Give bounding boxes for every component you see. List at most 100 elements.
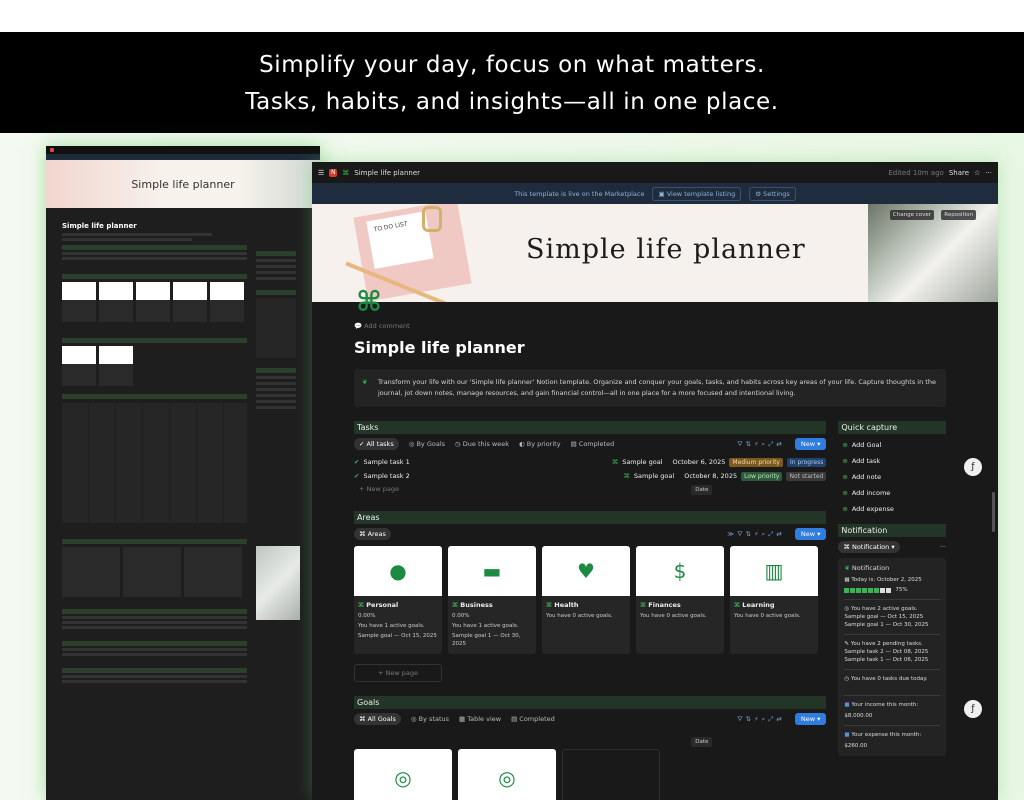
tab-label: By Goals — [416, 440, 446, 448]
tab-label: All Goals — [367, 715, 396, 723]
check-icon: ✔ — [354, 472, 360, 480]
preview-photo — [256, 546, 300, 620]
tab-label: All tasks — [366, 440, 394, 448]
preview-line — [62, 653, 247, 656]
task-icon: ✎ — [844, 641, 849, 647]
card-name: Health — [554, 601, 579, 609]
preview-line — [62, 252, 247, 255]
view-tools[interactable]: ≫⛛⇅⚡⌕⤢⇄ — [727, 530, 785, 539]
notification-title: Notification — [851, 564, 890, 572]
button-label: Add expense — [851, 505, 894, 513]
goals-header: Goals — [354, 696, 827, 709]
add-task-button[interactable]: ⊕ Add task — [838, 454, 946, 468]
scrollbar[interactable] — [992, 492, 995, 532]
table-row[interactable]: ✔ Sample task 2 ⌘ Sample goal October 8,… — [354, 469, 827, 483]
reposition-button[interactable]: Reposition — [941, 210, 976, 220]
task-name: Sample task 2 — [363, 472, 410, 480]
goals-new-button[interactable]: New ▾ — [794, 713, 827, 725]
plus-icon: ⊕ — [842, 505, 848, 513]
tab-due-this-week[interactable]: ◷ Due this week — [455, 440, 509, 448]
area-card-personal[interactable]: ● ⌘ Personal 0.00% You have 1 active goa… — [354, 546, 442, 654]
preview-line — [62, 626, 247, 629]
add-comment-button[interactable]: 💬 Add comment — [354, 322, 946, 330]
notification-tabs: ⌘ Notification ▾ ··· — [838, 541, 946, 553]
person-icon: ● — [389, 559, 407, 583]
card-line: You have 1 active goals. — [452, 623, 519, 629]
notification-header: Notification — [838, 524, 946, 537]
goal-card[interactable]: ◎ — [354, 749, 452, 800]
areas-header: Areas — [354, 511, 827, 524]
tab-goals-completed[interactable]: ▤ Completed — [511, 715, 555, 723]
notion-window: ☰ N ⌘ Simple life planner Edited 10m ago… — [312, 162, 998, 800]
settings-button[interactable]: ⚙ Settings — [749, 186, 796, 201]
ai-assistant-icon[interactable]: ƒ — [964, 700, 982, 718]
goal-icon: ⌘ — [623, 472, 630, 480]
ai-assistant-icon[interactable]: ƒ — [964, 458, 982, 476]
preview-section — [62, 245, 247, 250]
add-income-button[interactable]: ⊕ Add income — [838, 486, 946, 500]
plus-icon: ⊕ — [842, 489, 848, 497]
card-line: You have 0 active goals. — [546, 613, 613, 619]
view-listing-button[interactable]: ▣ View template listing — [652, 186, 742, 201]
tab-areas[interactable]: ⌘ Areas — [354, 528, 391, 540]
button-label: Add income — [851, 489, 891, 497]
tab-completed[interactable]: ▤ Completed — [571, 440, 615, 448]
more-icon[interactable]: ··· — [985, 169, 992, 177]
area-card-business[interactable]: ▬ ⌘ Business 0.00% You have 1 active goa… — [448, 546, 536, 654]
tab-label: By status — [418, 715, 450, 723]
page-cover: TO DO LIST Simple life planner Change co… — [312, 204, 998, 302]
more-icon[interactable]: ··· — [940, 543, 946, 551]
areas-new-page-button[interactable]: + New page — [354, 664, 442, 682]
new-label: New — [800, 440, 816, 448]
tab-all-tasks[interactable]: ✓ All tasks — [354, 438, 399, 450]
areas-tabs: ⌘ Areas ≫⛛⇅⚡⌕⤢⇄ New ▾ — [354, 528, 827, 540]
goals-gallery: ◎ ◎ — [354, 749, 826, 800]
full-page-preview: Simple life planner Simple life planner — [46, 146, 320, 800]
tab-by-status[interactable]: ◎ By status — [411, 715, 449, 723]
add-expense-button[interactable]: ⊕ Add expense — [838, 502, 946, 516]
menu-icon[interactable]: ☰ — [318, 169, 324, 177]
goal-card[interactable]: ◎ — [458, 749, 556, 800]
preview-line — [62, 616, 247, 619]
area-card-finances[interactable]: $ ⌘ Finances You have 0 active goals. — [636, 546, 724, 654]
change-cover-button[interactable]: Change cover — [889, 210, 934, 220]
card-name: Personal — [366, 601, 399, 609]
status-badge: In progress — [786, 457, 827, 467]
tab-all-goals[interactable]: ⌘ All Goals — [354, 713, 401, 725]
page-emoji-icon[interactable]: ⌘ — [356, 285, 382, 318]
card-line: You have 1 active goals. — [358, 623, 425, 629]
tab-notification[interactable]: ⌘ Notification ▾ — [838, 541, 900, 553]
tasks-new-button[interactable]: New ▾ — [794, 438, 827, 450]
button-label: Add Goal — [851, 441, 882, 449]
cover-title: Simple life planner — [526, 234, 806, 265]
areas-new-button[interactable]: New ▾ — [794, 528, 827, 540]
plus-icon: ⊕ — [842, 441, 848, 449]
breadcrumb[interactable]: Simple life planner — [354, 169, 420, 177]
tab-table-view[interactable]: ▦ Table view — [459, 715, 501, 723]
preview-section — [62, 338, 247, 343]
card-progress: 0.00% — [452, 613, 470, 619]
briefcase-icon: ▬ — [482, 559, 502, 583]
tab-by-goals[interactable]: ◎ By Goals — [409, 440, 445, 448]
area-card-learning[interactable]: ▥ ⌘ Learning You have 0 active goals. — [730, 546, 818, 654]
button-label: Add task — [851, 457, 881, 465]
share-button[interactable]: Share — [949, 169, 969, 177]
add-goal-button[interactable]: ⊕ Add Goal — [838, 438, 946, 452]
preview-section — [62, 668, 247, 673]
view-tools[interactable]: ⛛⇅⚡⌕⤢⇄ — [737, 440, 785, 449]
add-note-button[interactable]: ⊕ Add note — [838, 470, 946, 484]
view-listing-label: View template listing — [666, 189, 736, 198]
view-tools[interactable]: ⛛⇅⚡⌕⤢⇄ — [737, 715, 785, 724]
tasks-tabs: ✓ All tasks ◎ By Goals ◷ Due this week ◐… — [354, 438, 827, 450]
task-goal: Sample goal — [633, 472, 675, 480]
area-card-health[interactable]: ♥ ⌘ Health You have 0 active goals. — [542, 546, 630, 654]
card-name: Learning — [742, 601, 775, 609]
table-row[interactable]: ✔ Sample task 1 ⌘ Sample goal October 6,… — [354, 455, 827, 469]
marketplace-bar: This template is live on the Marketplace… — [312, 183, 998, 204]
preview-section — [62, 539, 247, 544]
book-icon: ▥ — [764, 559, 784, 583]
button-label: Add note — [851, 473, 882, 481]
star-icon[interactable]: ☆ — [974, 169, 980, 177]
new-page-button[interactable]: + New page — [359, 485, 399, 493]
tab-by-priority[interactable]: ◐ By priority — [519, 440, 561, 448]
